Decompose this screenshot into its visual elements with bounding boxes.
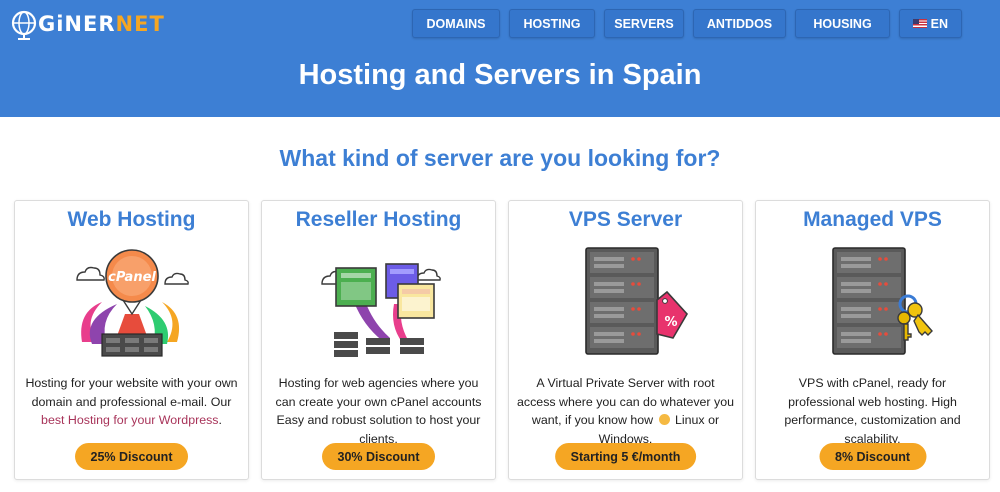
page-title: Hosting and Servers in Spain <box>298 59 702 91</box>
card-title[interactable]: Reseller Hosting <box>262 208 495 236</box>
managed-vps-discount-button[interactable]: 8% Discount <box>818 443 927 470</box>
card-description: Hosting for your website with your own d… <box>25 376 238 427</box>
cpanel-balloon-illustration: cPanel <box>75 249 189 357</box>
card-description: Hosting for web agencies where you can c… <box>275 376 482 446</box>
card-managed-vps[interactable]: Managed VPS VPS with cPanel, ready for p… <box>755 200 990 480</box>
reseller-discount-button[interactable]: 30% Discount <box>321 443 436 470</box>
card-description: VPS with cPanel, ready for professional … <box>784 376 961 446</box>
svg-text:cPanel: cPanel <box>108 270 156 285</box>
nav-domains[interactable]: DOMAINS <box>412 9 500 38</box>
us-flag-icon <box>913 19 927 28</box>
card-title[interactable]: Managed VPS <box>756 208 989 236</box>
vps-pricing-button[interactable]: Starting 5 €/month <box>554 443 697 470</box>
language-label: EN <box>930 16 948 31</box>
server-rack-keys-illustration <box>831 247 933 355</box>
ginernet-logo[interactable]: GiNERNET <box>8 4 165 44</box>
card-vps-server[interactable]: VPS Server % A Virtual Private Server wi… <box>508 200 743 480</box>
web-hosting-discount-button[interactable]: 25% Discount <box>74 443 189 470</box>
logo-wordmark: GiNERNET <box>38 12 165 36</box>
smiley-icon <box>658 414 670 425</box>
card-reseller-hosting[interactable]: Reseller Hosting Hosting for web agencie… <box>261 200 496 480</box>
wordpress-hosting-link[interactable]: best Hosting for your Wordpress <box>41 413 218 427</box>
section-subtitle: What kind of server are you looking for? <box>279 145 721 171</box>
card-description: A Virtual Private Server with root acces… <box>517 376 734 446</box>
main-nav: DOMAINS HOSTING SERVERS ANTIDDOS HOUSING… <box>412 9 962 38</box>
nav-hosting[interactable]: HOSTING <box>509 9 595 38</box>
server-rack-tag-illustration: % <box>584 247 688 355</box>
nav-antiddos[interactable]: ANTIDDOS <box>693 9 786 38</box>
site-header: GiNERNET DOMAINS HOSTING SERVERS ANTIDDO… <box>0 0 1000 117</box>
card-web-hosting[interactable]: Web Hosting cPanel Hosting for your webs… <box>14 200 249 480</box>
nav-housing[interactable]: HOUSING <box>795 9 890 38</box>
svg-text:%: % <box>664 315 677 330</box>
card-title[interactable]: VPS Server <box>509 208 742 236</box>
card-title[interactable]: Web Hosting <box>15 208 248 236</box>
language-selector[interactable]: EN <box>899 9 962 38</box>
reseller-panels-illustration <box>320 263 441 357</box>
globe-logo-icon <box>11 10 37 40</box>
product-cards: Web Hosting cPanel Hosting for your webs… <box>14 200 990 480</box>
nav-servers[interactable]: SERVERS <box>604 9 684 38</box>
